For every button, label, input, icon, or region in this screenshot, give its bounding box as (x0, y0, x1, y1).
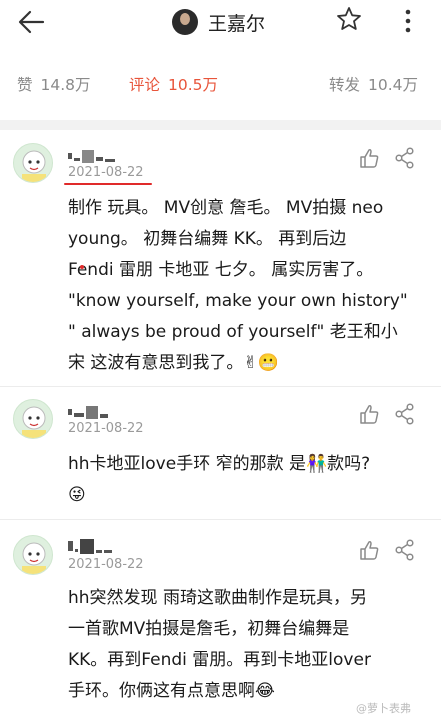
comment-line: "know yourself, make your own history" (68, 291, 408, 311)
reposts-label: 转发 (329, 76, 361, 94)
comment-line: hh突然发现 雨琦这歌曲制作是玩具，另 (68, 588, 367, 608)
avatar[interactable] (172, 9, 198, 35)
divider (0, 519, 441, 520)
back-arrow-icon[interactable] (16, 8, 46, 36)
comment-date: 2021-08-22 (68, 421, 144, 436)
comment-line: 制作 玩具。 MV创意 詹毛。 MV拍摄 neo (68, 198, 384, 218)
share-icon (395, 403, 414, 425)
tab-comments[interactable]: 评论 10.5万 (129, 73, 218, 95)
comment-line: 一首歌MV拍摄是詹毛，初舞台编舞是 (68, 619, 350, 639)
reposts-count: 10.4万 (368, 76, 419, 94)
username-redacted[interactable] (68, 403, 110, 421)
section-divider (0, 120, 441, 130)
avatar[interactable] (13, 399, 53, 439)
likes-label: 赞 (17, 76, 33, 94)
comment-line: Fendi 雷朋 卡地亚 七夕。 属实厉害了。 (68, 260, 374, 280)
likes-count: 14.8万 (40, 76, 91, 94)
comment-line: " always be proud of yourself" 老王和小 (68, 322, 398, 342)
watermark: @萝卜表弗 (356, 702, 411, 715)
comment-text: hh卡地亚love手环 窄的那款 是👫款吗? 😜 (68, 449, 428, 511)
tab-reposts[interactable]: 转发 10.4万 (329, 73, 418, 95)
comment-actions (358, 403, 418, 425)
tab-likes[interactable]: 赞 14.8万 (17, 73, 91, 95)
red-underline-annotation (64, 183, 152, 185)
like-icon (360, 149, 379, 168)
profile-title[interactable]: 王嘉尔 (172, 5, 265, 39)
comment-actions (358, 539, 418, 561)
comment-line: KK。再到Fendi 雷朋。再到卡地亚lover (68, 650, 371, 670)
comment-line: 宋 这波有意思到我了。✌😬 (68, 353, 279, 373)
comment-actions (358, 147, 418, 169)
comments-count: 10.5万 (168, 76, 219, 94)
comment-date: 2021-08-22 (68, 557, 144, 572)
comment-line: young。 初舞台编舞 KK。 再到后边 (68, 229, 347, 249)
comment-date: 2021-08-22 (68, 165, 144, 180)
username-redacted[interactable] (68, 537, 114, 555)
divider (0, 386, 441, 387)
avatar[interactable] (13, 535, 53, 575)
comment-line: 😜 (68, 485, 86, 505)
top-bar: 王嘉尔 (0, 0, 441, 46)
stats-bar: 赞 14.8万 评论 10.5万 转发 10.4万 (0, 66, 441, 100)
star-icon[interactable] (336, 6, 362, 32)
more-vertical-icon[interactable] (398, 8, 418, 34)
username-redacted[interactable] (68, 147, 117, 165)
like-icon (360, 405, 379, 424)
page-title: 王嘉尔 (208, 12, 266, 35)
comments-label: 评论 (129, 76, 161, 94)
avatar[interactable] (13, 143, 53, 183)
comment-text: 制作 玩具。 MV创意 詹毛。 MV拍摄 neo young。 初舞台编舞 KK… (68, 193, 428, 379)
like-icon (360, 541, 379, 560)
share-icon (395, 539, 414, 561)
red-mark-annotation (80, 265, 84, 269)
comment-text: hh突然发现 雨琦这歌曲制作是玩具，另 一首歌MV拍摄是詹毛，初舞台编舞是 KK… (68, 583, 428, 707)
share-icon (395, 147, 414, 169)
comment-line: hh卡地亚love手环 窄的那款 是👫款吗? (68, 454, 371, 474)
